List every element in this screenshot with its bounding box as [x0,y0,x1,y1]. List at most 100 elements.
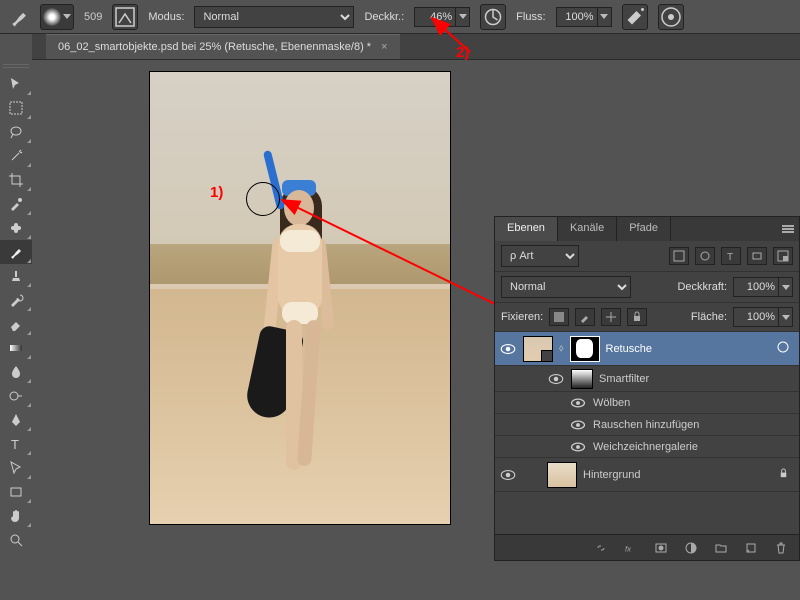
layer-opacity-menu[interactable] [779,277,793,297]
lock-paint-icon[interactable] [575,308,595,326]
fill-label: Fläche: [691,311,727,323]
layer-name[interactable]: Hintergrund [583,469,640,481]
layers-panel: Ebenen Kanäle Pfade ρ Art T Normal Deckk… [494,216,800,561]
layer-thumbnail[interactable] [547,462,577,488]
flow-input[interactable] [556,7,598,27]
dodge-tool[interactable] [0,384,32,408]
layer-row[interactable]: ⬨ Retusche [495,332,799,366]
lock-pixels-icon[interactable] [549,308,569,326]
layer-row[interactable]: Weichzeichnergalerie [495,436,799,458]
document-tab[interactable]: 06_02_smartobjekte.psd bei 25% (Retusche… [46,34,400,59]
clone-stamp-tool[interactable] [0,264,32,288]
layer-thumbnail[interactable] [523,336,553,362]
filter-mask-thumbnail[interactable] [571,369,593,389]
gradient-tool[interactable] [0,336,32,360]
crop-tool[interactable] [0,168,32,192]
brush-preset-picker[interactable] [40,4,74,30]
layer-list: ⬨ Retusche Smartfilter Wölben Rauschen h… [495,332,799,534]
brush-icon [8,6,30,28]
layer-blend-mode[interactable]: Normal [501,276,631,298]
healing-brush-tool[interactable] [0,216,32,240]
link-icon: ⬨ [559,343,564,354]
panel-menu-icon[interactable] [777,217,799,241]
zoom-tool[interactable] [0,528,32,552]
layer-name[interactable]: Retusche [606,343,652,355]
layer-name[interactable]: Wölben [593,397,630,409]
type-tool[interactable]: T [0,432,32,456]
visibility-icon[interactable] [569,438,587,456]
tab-layers[interactable]: Ebenen [495,217,558,241]
visibility-icon[interactable] [569,394,587,412]
svg-text:fx: fx [625,544,632,553]
brush-cursor [246,182,280,216]
visibility-icon[interactable] [569,416,587,434]
eraser-tool[interactable] [0,312,32,336]
layer-fill-input[interactable] [733,307,779,327]
close-tab-icon[interactable]: × [381,41,387,53]
blend-mode-select[interactable]: Normal [194,6,354,28]
history-brush-tool[interactable] [0,288,32,312]
pressure-opacity-toggle[interactable] [480,4,506,30]
tab-paths[interactable]: Pfade [617,217,671,241]
visibility-icon[interactable] [547,370,565,388]
marquee-tool[interactable] [0,96,32,120]
layer-name[interactable]: Rauschen hinzufügen [593,419,699,431]
flow-label: Fluss: [516,11,545,23]
trash-icon[interactable] [771,539,791,557]
adjustment-icon[interactable] [681,539,701,557]
new-layer-icon[interactable] [741,539,761,557]
pen-tool[interactable] [0,408,32,432]
filter-shape-icon[interactable] [747,247,767,265]
lock-all-icon[interactable] [627,308,647,326]
smart-filter-indicator [777,341,789,356]
visibility-icon[interactable] [499,340,517,358]
pressure-size-toggle[interactable] [658,4,684,30]
svg-text:T: T [11,437,19,452]
rectangle-tool[interactable] [0,480,32,504]
filter-image-icon[interactable] [669,247,689,265]
layer-row[interactable]: Smartfilter [495,366,799,392]
lasso-tool[interactable] [0,120,32,144]
eyedropper-tool[interactable] [0,192,32,216]
layer-fill-menu[interactable] [779,307,793,327]
move-tool[interactable] [0,72,32,96]
link-layers-icon[interactable] [591,539,611,557]
blur-tool[interactable] [0,360,32,384]
lock-position-icon[interactable] [601,308,621,326]
lock-label: Fixieren: [501,311,543,323]
airbrush-toggle[interactable] [622,4,648,30]
layer-row[interactable]: Wölben [495,392,799,414]
path-selection-tool[interactable] [0,456,32,480]
magic-wand-tool[interactable] [0,144,32,168]
brush-size-value: 509 [84,11,102,23]
layer-filter-kind[interactable]: ρ Art [501,245,579,267]
visibility-icon[interactable] [499,466,517,484]
opacity-input[interactable] [414,7,456,27]
brush-panel-toggle[interactable] [112,4,138,30]
fx-icon[interactable]: fx [621,539,641,557]
hand-tool[interactable] [0,504,32,528]
layer-name[interactable]: Weichzeichnergalerie [593,441,698,453]
layer-opacity-input[interactable] [733,277,779,297]
filter-type-icon[interactable]: T [721,247,741,265]
mask-icon[interactable] [651,539,671,557]
document-canvas[interactable] [150,72,450,524]
filter-adjust-icon[interactable] [695,247,715,265]
layer-row[interactable]: Rauschen hinzufügen [495,414,799,436]
group-icon[interactable] [711,539,731,557]
opacity-menu[interactable] [456,7,470,27]
filter-smart-icon[interactable] [773,247,793,265]
svg-text:T: T [727,252,733,262]
tab-channels[interactable]: Kanäle [558,217,617,241]
document-tab-title: 06_02_smartobjekte.psd bei 25% (Retusche… [58,41,371,53]
annotation-2: 2) [456,44,469,61]
document-tab-strip: 06_02_smartobjekte.psd bei 25% (Retusche… [0,34,800,60]
mask-thumbnail[interactable] [570,336,600,362]
toolbox: T [0,34,32,552]
panel-tabs: Ebenen Kanäle Pfade [495,217,799,241]
flow-menu[interactable] [598,7,612,27]
layer-row[interactable]: Hintergrund [495,458,799,492]
options-bar: 509 Modus: Normal Deckkr.: Fluss: [0,0,800,34]
layer-name[interactable]: Smartfilter [599,373,649,385]
brush-tool[interactable] [0,240,32,264]
